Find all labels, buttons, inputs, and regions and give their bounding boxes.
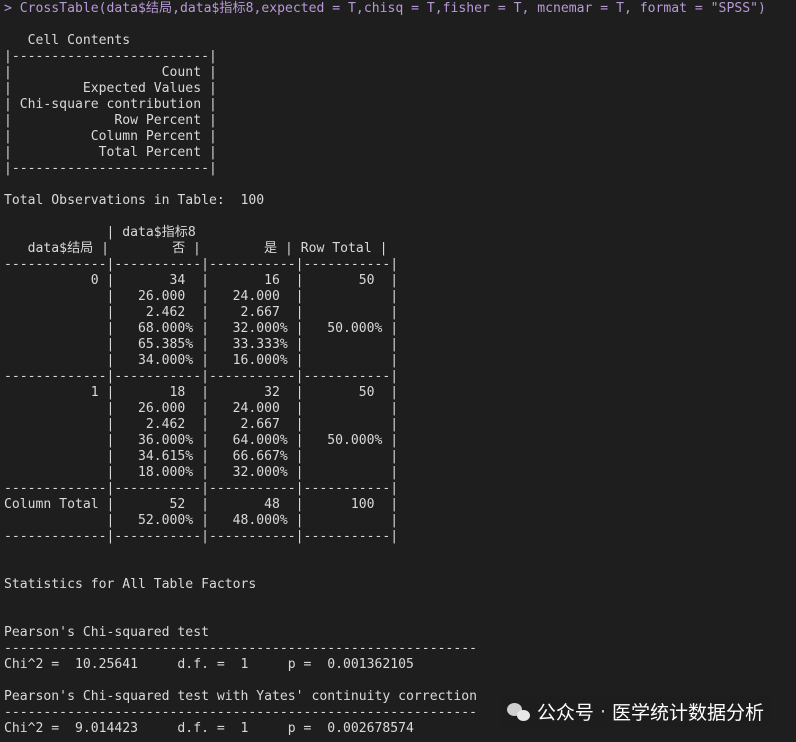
console-output-line: Chi^2 = 10.25641 d.f. = 1 p = 0.00136210… (4, 657, 414, 672)
console-output: > CrossTable(data$结局,data$指标8,expected =… (4, 1, 766, 737)
watermark-separator: · (599, 700, 606, 723)
console-output-line: | data$指标8 (4, 225, 196, 240)
r-console[interactable]: > CrossTable(data$结局,data$指标8,expected =… (0, 0, 796, 742)
console-output-line: | 18.000% | 32.000% | | (4, 465, 399, 480)
console-output-line: | Row Percent | (4, 113, 217, 128)
console-output-line: 1 | 18 | 32 | 50 | (4, 385, 399, 400)
console-output-line: 0 | 34 | 16 | 50 | (4, 273, 399, 288)
console-output-line: | Count | (4, 65, 217, 80)
console-output-line: | Column Percent | (4, 129, 217, 144)
console-command-line[interactable]: > CrossTable(data$结局,data$指标8,expected =… (4, 1, 766, 17)
console-output-line: | Expected Values | (4, 81, 217, 96)
console-output-line: | 68.000% | 32.000% | 50.000% | (4, 321, 399, 336)
console-output-line: Column Total | 52 | 48 | 100 | (4, 497, 399, 512)
console-output-line: ----------------------------------------… (4, 641, 477, 656)
console-output-line: Total Observations in Table: 100 (4, 193, 265, 208)
console-output-line: | 36.000% | 64.000% | 50.000% | (4, 433, 399, 448)
console-output-line: -------------|-----------|-----------|--… (4, 257, 399, 272)
watermark-account-name: 医学统计数据分析 (611, 702, 764, 724)
console-output-line: | 26.000 | 24.000 | | (4, 401, 399, 416)
wechat-icon (506, 702, 531, 722)
console-output-line: -------------|-----------|-----------|--… (4, 369, 399, 384)
console-output-line: -------------|-----------|-----------|--… (4, 481, 399, 496)
console-output-line: Statistics for All Table Factors (4, 577, 257, 592)
console-output-line: |-------------------------| (4, 49, 217, 64)
watermark-prefix: 公众号 (536, 702, 594, 724)
console-output-line: data$结局 | 否 | 是 | Row Total | (4, 241, 388, 256)
console-output-line: | 34.615% | 66.667% | | (4, 449, 399, 464)
console-output-line: | 2.462 | 2.667 | | (4, 417, 399, 432)
console-output-line: -------------|-----------|-----------|--… (4, 529, 399, 544)
console-output-line: Cell Contents (4, 33, 131, 48)
console-output-line: |-------------------------| (4, 161, 217, 176)
console-output-line: | 26.000 | 24.000 | | (4, 289, 399, 304)
console-output-line: | 52.000% | 48.000% | | (4, 513, 399, 528)
watermark: 公众号 · 医学统计数据分析 (500, 696, 770, 727)
console-output-line: Pearson's Chi-squared test (4, 625, 209, 640)
console-output-line: | Total Percent | (4, 145, 217, 160)
console-output-line: | Chi-square contribution | (4, 97, 217, 112)
console-output-line: | 65.385% | 33.333% | | (4, 337, 399, 352)
console-output-line: | 34.000% | 16.000% | | (4, 353, 399, 368)
console-output-line: | 2.462 | 2.667 | | (4, 305, 399, 320)
